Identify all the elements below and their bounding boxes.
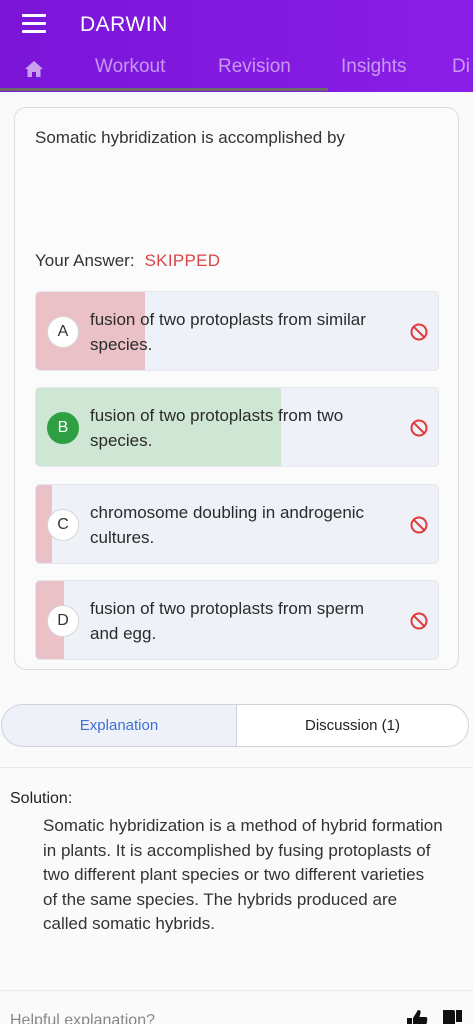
helpful-prompt: Helpful explanation?	[10, 1012, 155, 1024]
solution-label: Solution:	[10, 790, 73, 807]
divider	[0, 767, 473, 768]
option-c-text: chromosome doubling in androgenic cultur…	[90, 503, 365, 547]
option-a-letter: A	[47, 316, 79, 348]
tab-explanation[interactable]: Explanation	[1, 704, 237, 747]
ban-icon	[410, 419, 428, 437]
option-b[interactable]: B fusion of two protoplasts from two spe…	[35, 387, 439, 467]
tab-revision[interactable]: Revision	[218, 56, 291, 78]
ban-icon	[410, 612, 428, 630]
app-title: DARWIN	[80, 13, 168, 36]
tab-indicator	[0, 88, 328, 91]
ban-icon	[410, 516, 428, 534]
tab-discussion[interactable]: Discussion (1)	[236, 704, 469, 747]
divider	[0, 990, 473, 991]
feedback-buttons	[405, 1008, 465, 1024]
thumbs-up-icon[interactable]	[407, 1010, 428, 1024]
option-d[interactable]: D fusion of two protoplasts from sperm a…	[35, 580, 439, 660]
tab-overflow[interactable]: Di	[452, 56, 470, 78]
option-b-letter: B	[47, 412, 79, 444]
answer-status: SKIPPED	[144, 251, 221, 270]
your-answer-row: Your Answer: SKIPPED	[35, 251, 220, 271]
menu-icon[interactable]	[22, 14, 46, 36]
option-d-letter: D	[47, 605, 79, 637]
option-a-text: fusion of two protoplasts from similar s…	[90, 310, 366, 354]
tab-bar: Workout Revision Insights Di	[0, 52, 473, 88]
option-a[interactable]: A fusion of two protoplasts from similar…	[35, 291, 439, 371]
home-icon[interactable]	[24, 60, 44, 78]
tab-workout[interactable]: Workout	[95, 56, 165, 78]
option-c[interactable]: C chromosome doubling in androgenic cult…	[35, 484, 439, 564]
option-c-letter: C	[47, 509, 79, 541]
thumbs-down-icon[interactable]	[443, 1010, 462, 1024]
tab-insights[interactable]: Insights	[341, 56, 406, 78]
option-d-text: fusion of two protoplasts from sperm and…	[90, 599, 365, 643]
app-bar: DARWIN Workout Revision Insights Di	[0, 0, 473, 92]
explanation-discussion-toggle: Explanation Discussion (1)	[0, 704, 470, 747]
solution-text: Somatic hybridization is a method of hyb…	[43, 816, 443, 933]
question-card: Somatic hybridization is accomplished by…	[14, 107, 459, 670]
your-answer-label: Your Answer:	[35, 251, 135, 270]
option-b-text: fusion of two protoplasts from two speci…	[90, 406, 344, 450]
ban-icon	[410, 323, 428, 341]
question-text: Somatic hybridization is accomplished by	[35, 128, 345, 147]
